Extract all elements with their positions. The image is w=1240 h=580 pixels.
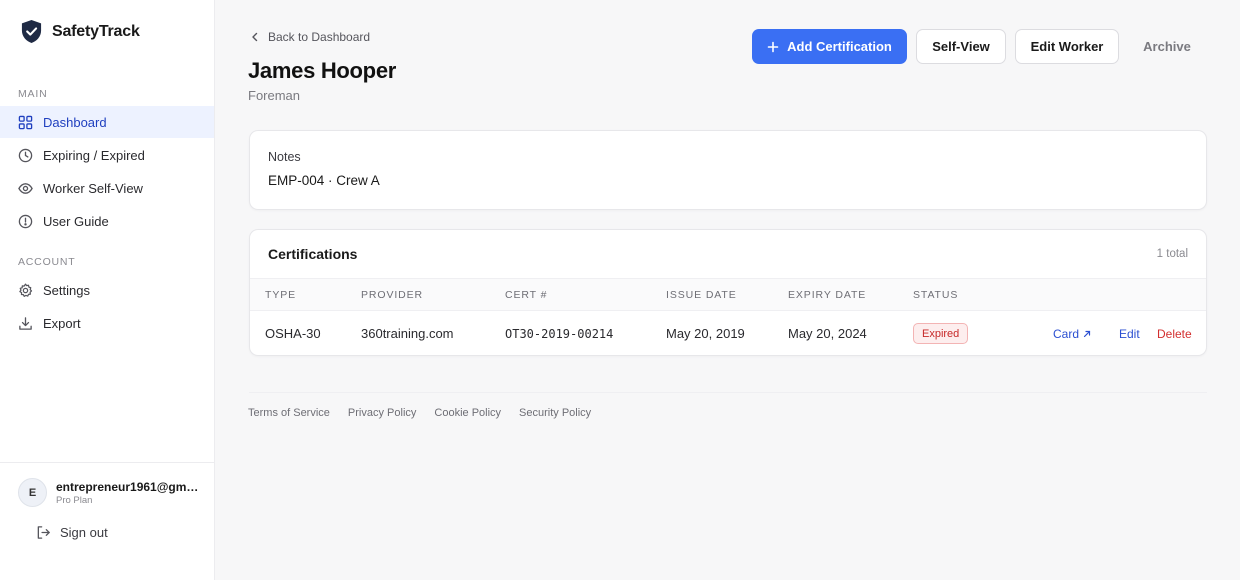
avatar[interactable]: E (18, 478, 47, 507)
section-label-account: ACCOUNT (18, 256, 76, 268)
status-badge: Expired (913, 323, 969, 344)
certifications-count: 1 total (1156, 248, 1188, 260)
chevron-left-icon (252, 32, 258, 42)
gear-icon (18, 283, 33, 298)
notes-card: Notes EMP-004 · Crew A (249, 130, 1207, 210)
grid-icon (18, 115, 33, 130)
column-header-cert-number: CERT # (505, 289, 548, 301)
back-to-dashboard-link[interactable]: Back to Dashboard (250, 30, 370, 44)
column-header-type: TYPE (265, 289, 297, 301)
external-link-icon (1083, 330, 1091, 338)
self-view-button[interactable]: Self-View (916, 29, 1006, 64)
footer-link-cookie[interactable]: Cookie Policy (434, 407, 501, 419)
delete-certification-link[interactable]: Delete (1157, 327, 1192, 341)
sidebar-item-label: Export (43, 315, 81, 331)
cell-provider: 360training.com (361, 326, 454, 341)
sign-out-button[interactable]: Sign out (36, 525, 108, 540)
footer-divider (249, 392, 1207, 393)
sidebar-item-settings[interactable]: Settings (0, 274, 214, 306)
sidebar-footer: E entrepreneur1961@gmail.com Pro Plan Si… (0, 462, 214, 580)
column-header-issue-date: ISSUE DATE (666, 289, 737, 301)
cell-expiry-date: May 20, 2024 (788, 326, 867, 341)
sidebar-item-expiring[interactable]: Expiring / Expired (0, 139, 214, 171)
user-email: entrepreneur1961@gmail.com (56, 480, 204, 494)
edit-worker-button[interactable]: Edit Worker (1015, 29, 1119, 64)
add-certification-button[interactable]: Add Certification (752, 29, 907, 64)
sidebar-item-label: Settings (43, 282, 90, 298)
sidebar-item-label: Worker Self-View (43, 180, 143, 196)
user-plan: Pro Plan (56, 495, 93, 506)
sidebar-item-export[interactable]: Export (0, 307, 214, 339)
column-header-expiry-date: EXPIRY DATE (788, 289, 867, 301)
certifications-card: Certifications 1 total TYPE PROVIDER CER… (249, 229, 1207, 356)
back-label: Back to Dashboard (268, 30, 371, 44)
info-icon (18, 214, 33, 229)
clock-icon (18, 148, 33, 163)
page-title: James Hooper (248, 58, 397, 83)
cell-cert-number: OT30-2019-00214 (505, 327, 614, 341)
certifications-title: Certifications (268, 246, 358, 262)
brand[interactable]: SafetyTrack (20, 19, 140, 44)
archive-button[interactable]: Archive (1132, 29, 1202, 64)
cell-type: OSHA-30 (265, 326, 321, 341)
column-header-provider: PROVIDER (361, 289, 424, 301)
column-header-status: STATUS (913, 289, 959, 301)
sidebar-item-user-guide[interactable]: User Guide (0, 205, 214, 237)
sign-out-label: Sign out (60, 525, 108, 540)
brand-name: SafetyTrack (52, 22, 140, 40)
section-label-main: MAIN (18, 88, 48, 100)
sidebar-item-label: User Guide (43, 213, 109, 229)
cell-issue-date: May 20, 2019 (666, 326, 745, 341)
footer-link-privacy[interactable]: Privacy Policy (348, 407, 416, 419)
card-link[interactable]: Card (1053, 327, 1091, 341)
notes-label: Notes (268, 150, 301, 164)
sidebar-item-label: Expiring / Expired (43, 147, 145, 163)
table-row: OSHA-30 360training.com OT30-2019-00214 … (250, 312, 1206, 355)
plus-icon (767, 41, 779, 52)
eye-icon (18, 181, 33, 196)
footer-link-terms[interactable]: Terms of Service (248, 407, 330, 419)
sidebar-item-dashboard[interactable]: Dashboard (0, 106, 214, 138)
sign-out-icon (37, 526, 50, 539)
footer-link-security[interactable]: Security Policy (519, 407, 591, 419)
add-certification-label: Add Certification (787, 39, 892, 54)
card-link-label: Card (1053, 327, 1080, 341)
shield-check-icon (21, 20, 42, 43)
sidebar-item-worker-self-view[interactable]: Worker Self-View (0, 172, 214, 204)
notes-value: EMP-004 · Crew A (268, 173, 380, 188)
sidebar: SafetyTrack MAIN Dashboard Expiring / Ex… (0, 0, 215, 580)
download-icon (18, 316, 33, 331)
footer-links: Terms of Service Privacy Policy Cookie P… (248, 407, 591, 419)
table-header: TYPE PROVIDER CERT # ISSUE DATE EXPIRY D… (250, 278, 1206, 311)
sidebar-item-label: Dashboard (43, 114, 107, 130)
edit-certification-link[interactable]: Edit (1119, 327, 1140, 341)
worker-role: Foreman (248, 88, 301, 103)
